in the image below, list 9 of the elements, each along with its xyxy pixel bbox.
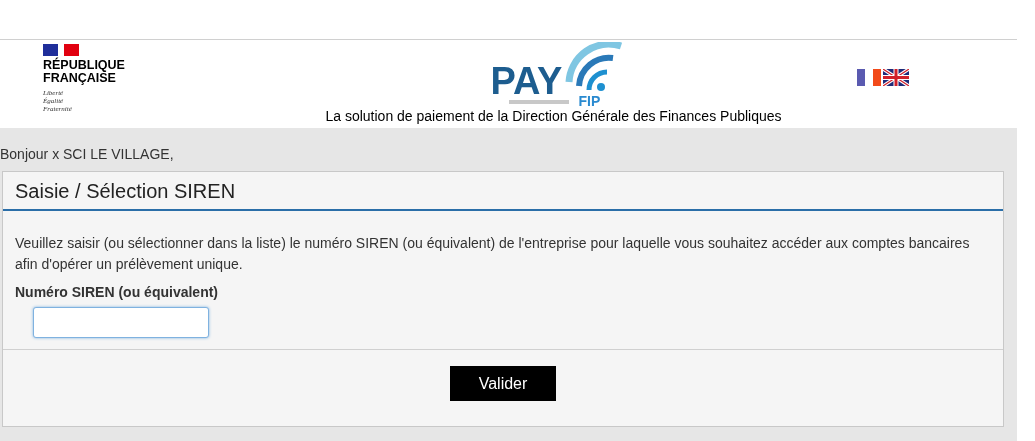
republic-name: RÉPUBLIQUE FRANÇAISE <box>43 59 126 85</box>
validate-button[interactable]: Valider <box>450 366 556 401</box>
logo-text: PAY <box>490 62 563 100</box>
greeting: Bonjour x SCI LE VILLAGE, <box>0 145 175 164</box>
instructions: Veuillez saisir (ou sélectionner dans la liste) le numéro SIREN (ou équivalent) de l'entreprise pour laquelle vous souhaitez accéder aux comptes bancaires afin d'opérer un prélèvement unique. <box>15 234 971 274</box>
field-label: Numéro SIREN (ou équivalent) <box>15 283 220 302</box>
tagline: La solution de paiement de la Direction Générale des Finances Publiques <box>325 108 782 124</box>
logo-subtext: FIP <box>578 94 601 108</box>
panel-title: Saisie / Sélection SIREN <box>15 178 236 204</box>
